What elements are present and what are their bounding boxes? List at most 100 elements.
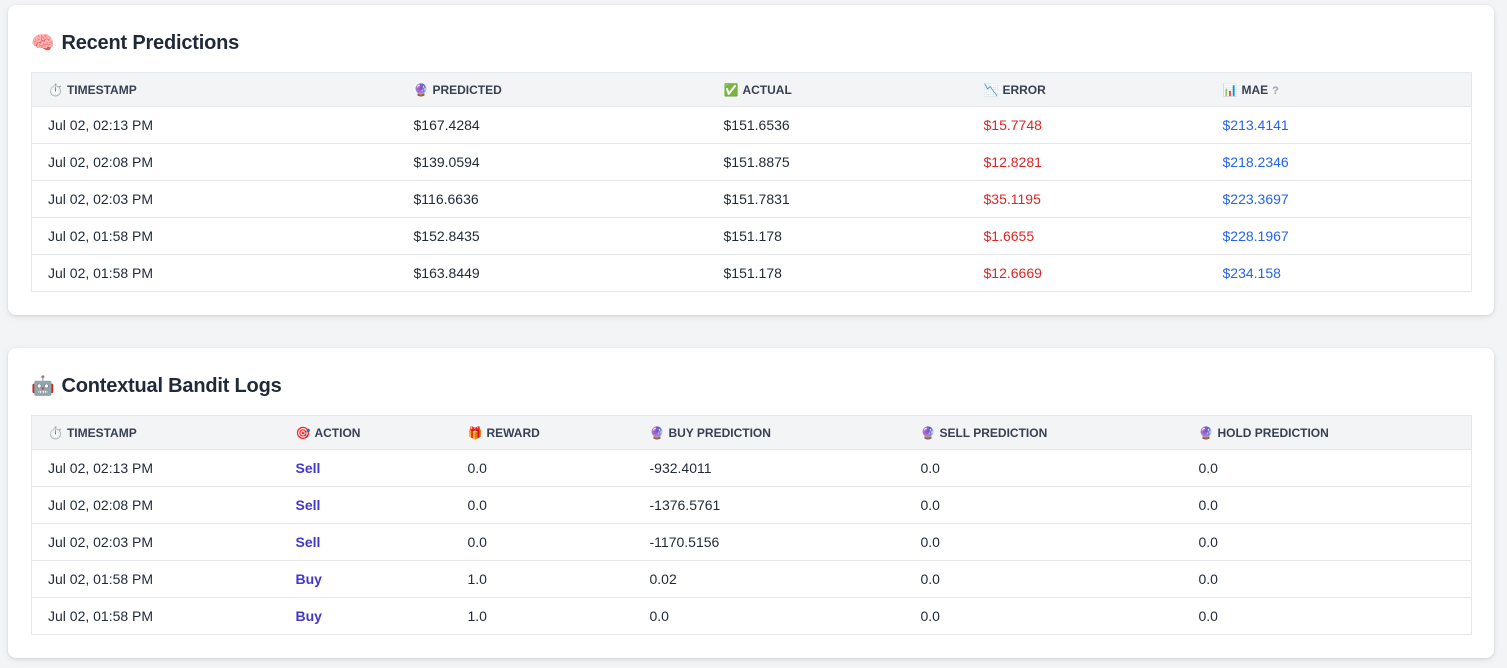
col-header-predicted: 🔮 PREDICTED (397, 72, 708, 107)
cell-buy-prediction: -1170.5156 (633, 523, 905, 561)
bandit-logs-title: 🤖 Contextual Bandit Logs (31, 372, 1471, 400)
bandit-logs-title-text: Contextual Bandit Logs (61, 374, 282, 397)
col-header-action: 🎯 ACTION (279, 415, 452, 450)
recent-predictions-title-text: Recent Predictions (61, 31, 240, 54)
cell-error: $1.6655 (967, 217, 1207, 255)
col-header-timestamp: ⏱️ TIMESTAMP (31, 415, 280, 450)
cell-mae: $228.1967 (1206, 217, 1472, 255)
cell-reward: 0.0 (451, 523, 634, 561)
predictions-table: ⏱️ TIMESTAMP 🔮 PREDICTED ✅ ACTUAL 📉 ERROR 📊 M… (31, 72, 1472, 292)
stopwatch-icon: ⏱️ (48, 425, 63, 440)
cell-action: Sell (279, 486, 452, 524)
gift-icon: 🎁 (467, 425, 483, 440)
cell-action: Buy (295, 608, 322, 624)
cell-buy-prediction: -932.4011 (633, 449, 905, 487)
cell-actual: $151.8875 (707, 143, 968, 181)
chart-decreasing-icon: 📉 (983, 82, 999, 97)
table-row: Jul 02, 02:08 PM Sell 0.0 -1376.5761 0.0… (31, 486, 1472, 524)
robot-icon: 🤖 (31, 375, 55, 397)
cell-predicted: $116.6636 (397, 180, 708, 218)
col-header-actual-label: ACTUAL (742, 82, 792, 97)
col-header-predicted-label: PREDICTED (432, 82, 502, 97)
cell-timestamp: Jul 02, 01:58 PM (31, 217, 398, 255)
col-header-mae-label: MAE (1241, 82, 1269, 97)
bandit-header-row: ⏱️ TIMESTAMP 🎯 ACTION 🎁 REWARD 🔮 BUY PREDICT… (31, 415, 1472, 450)
col-header-hold-prediction: 🔮 HOLD PREDICTION (1182, 415, 1472, 450)
crystal-ball-icon: 🔮 (920, 425, 936, 440)
cell-actual: $151.6536 (707, 106, 968, 144)
cell-timestamp: Jul 02, 02:03 PM (31, 180, 398, 218)
recent-predictions-title: 🧠 Recent Predictions (31, 29, 1471, 57)
cell-hold-prediction: 0.0 (1182, 486, 1472, 524)
cell-timestamp: Jul 02, 01:58 PM (48, 265, 154, 281)
stopwatch-icon: ⏱️ (48, 82, 63, 97)
cell-reward: 1.0 (467, 608, 487, 624)
cell-action: Buy (279, 560, 452, 598)
cell-timestamp: Jul 02, 02:03 PM (31, 523, 280, 561)
cell-timestamp: Jul 02, 01:58 PM (31, 560, 280, 598)
recent-predictions-card: 🧠 Recent Predictions ⏱️ TIMESTAMP 🔮 PREDIC… (8, 5, 1494, 315)
cell-mae: $234.158 (1222, 265, 1281, 281)
table-row: Jul 02, 01:58 PM Buy 1.0 0.02 0.0 0.0 (31, 560, 1472, 598)
cell-action: Sell (279, 523, 452, 561)
brain-icon: 🧠 (31, 32, 55, 54)
cell-predicted: $139.0594 (397, 143, 708, 181)
col-header-actual: ✅ ACTUAL (707, 72, 968, 107)
table-row: Jul 02, 02:03 PM $116.6636 $151.7831 $35… (31, 180, 1472, 218)
bandit-table: ⏱️ TIMESTAMP 🎯 ACTION 🎁 REWARD 🔮 BUY PREDICT… (31, 415, 1472, 635)
crystal-ball-icon: 🔮 (1198, 425, 1214, 440)
col-header-error: 📉 ERROR (967, 72, 1207, 107)
table-row: Jul 02, 01:58 PM $152.8435 $151.178 $1.6… (31, 217, 1472, 255)
table-row: Jul 02, 02:08 PM $139.0594 $151.8875 $12… (31, 143, 1472, 181)
crystal-ball-icon: 🔮 (649, 425, 665, 440)
predictions-header-row: ⏱️ TIMESTAMP 🔮 PREDICTED ✅ ACTUAL 📉 ERROR 📊 M… (31, 72, 1472, 107)
cell-sell-prediction: 0.0 (904, 449, 1183, 487)
cell-predicted: $167.4284 (397, 106, 708, 144)
col-header-buy-prediction: 🔮 BUY PREDICTION (633, 415, 905, 450)
cell-timestamp: Jul 02, 01:58 PM (48, 608, 154, 624)
cell-timestamp: Jul 02, 02:08 PM (31, 486, 280, 524)
table-row: Jul 02, 02:13 PM Sell 0.0 -932.4011 0.0 … (31, 449, 1472, 487)
cell-mae: $213.4141 (1206, 106, 1472, 144)
cell-predicted: $163.8449 (413, 265, 480, 281)
cell-timestamp: Jul 02, 02:08 PM (31, 143, 398, 181)
cell-sell-prediction: 0.0 (904, 560, 1183, 598)
cell-hold-prediction: 0.0 (1182, 523, 1472, 561)
cell-sell-prediction: 0.0 (920, 608, 940, 624)
col-header-sell-prediction-label: SELL PREDICTION (939, 425, 1048, 440)
cell-actual: $151.178 (707, 217, 968, 255)
table-row: Jul 02, 02:13 PM $167.4284 $151.6536 $15… (31, 106, 1472, 144)
cell-error: $35.1195 (967, 180, 1207, 218)
cell-sell-prediction: 0.0 (904, 523, 1183, 561)
col-header-timestamp-label: TIMESTAMP (66, 425, 137, 440)
col-header-reward-label: REWARD (486, 425, 540, 440)
col-header-sell-prediction: 🔮 SELL PREDICTION (904, 415, 1183, 450)
cell-buy-prediction: 0.0 (649, 608, 669, 624)
check-mark-icon: ✅ (723, 82, 739, 97)
crystal-ball-icon: 🔮 (413, 82, 429, 97)
cell-action: Sell (279, 449, 452, 487)
col-header-reward: 🎁 REWARD (451, 415, 634, 450)
cell-timestamp: Jul 02, 02:13 PM (31, 106, 398, 144)
cell-hold-prediction: 0.0 (1198, 608, 1218, 624)
col-header-timestamp-label: TIMESTAMP (66, 82, 137, 97)
cell-reward: 0.0 (451, 449, 634, 487)
bar-chart-icon: 📊 (1222, 82, 1238, 97)
cell-sell-prediction: 0.0 (904, 486, 1183, 524)
cell-error: $12.6669 (983, 265, 1042, 281)
cell-reward: 1.0 (451, 560, 634, 598)
cell-predicted: $152.8435 (397, 217, 708, 255)
table-row: Jul 02, 01:58 PM $163.8449 $151.178 $12.… (32, 255, 1472, 292)
cell-error: $12.8281 (967, 143, 1207, 181)
col-header-error-label: ERROR (1002, 82, 1046, 97)
cell-buy-prediction: -1376.5761 (633, 486, 905, 524)
cell-buy-prediction: 0.02 (633, 560, 905, 598)
col-header-mae: 📊 MAE? (1206, 72, 1472, 107)
cell-hold-prediction: 0.0 (1182, 449, 1472, 487)
cell-error: $15.7748 (967, 106, 1207, 144)
cell-mae: $218.2346 (1206, 143, 1472, 181)
cell-reward: 0.0 (451, 486, 634, 524)
col-header-timestamp: ⏱️ TIMESTAMP (31, 72, 398, 107)
mae-help-icon[interactable]: ? (1272, 85, 1279, 97)
table-row: Jul 02, 02:03 PM Sell 0.0 -1170.5156 0.0… (31, 523, 1472, 561)
